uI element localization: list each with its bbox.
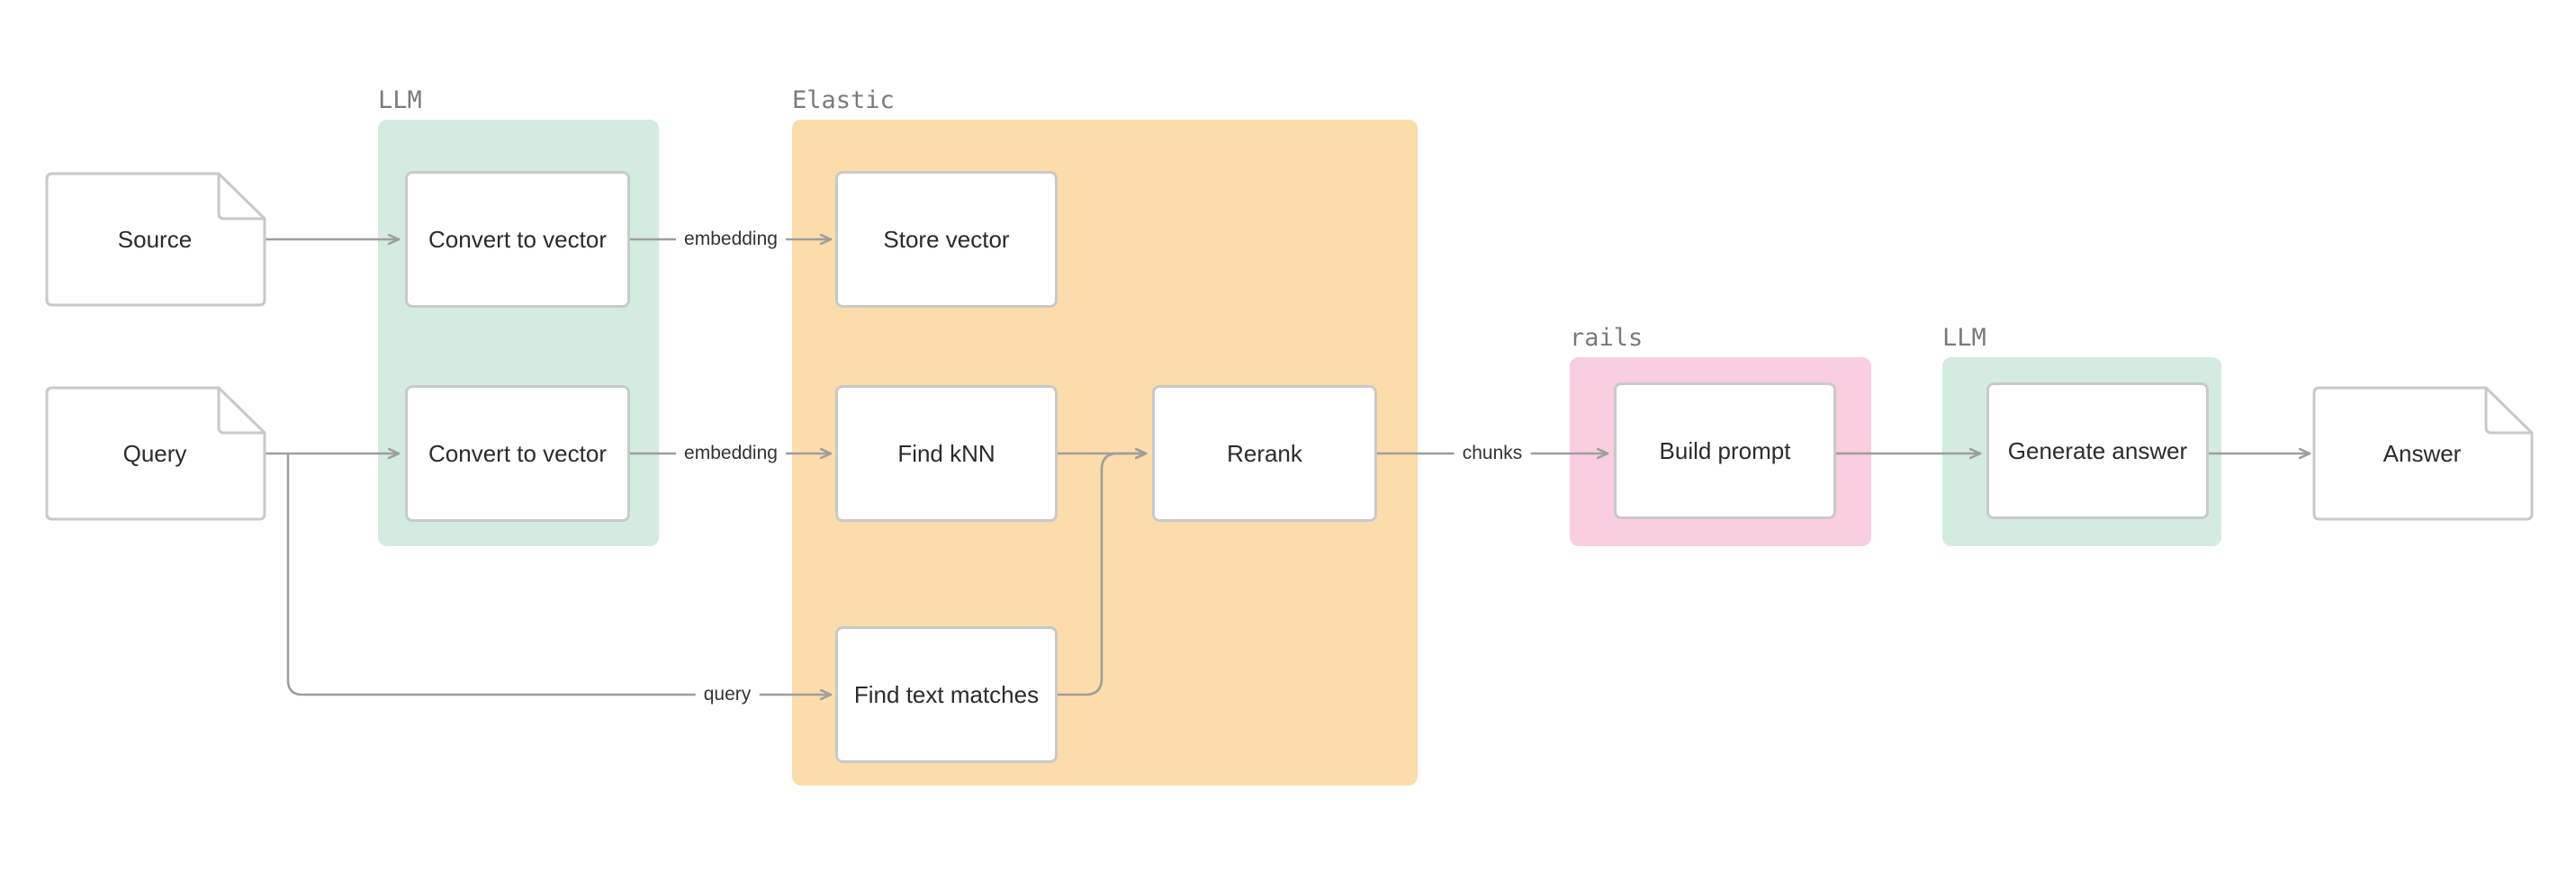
process-store-vector[interactable]: Store vector [835,171,1058,308]
group-label-elastic: Elastic [792,86,895,114]
edge-label-chunks: chunks [1454,443,1531,464]
document-answer-label: Answer [2382,439,2462,467]
process-convert-to-vector-source[interactable]: Convert to vector [405,171,630,308]
document-answer[interactable]: Answer [2310,385,2535,522]
diagram-canvas: LLM Elastic rails LLM Source Query Answe… [0,0,2576,871]
edge-label-embedding-mid: embedding [676,443,786,464]
document-source[interactable]: Source [42,171,267,308]
process-rerank[interactable]: Rerank [1152,385,1377,522]
process-convert-to-vector-query[interactable]: Convert to vector [405,385,630,522]
process-find-knn[interactable]: Find kNN [835,385,1058,522]
group-label-rails: rails [1570,324,1644,352]
document-query-label: Query [122,439,187,467]
group-label-llm-generate: LLM [1942,324,1986,352]
edge-label-query: query [695,684,760,705]
process-find-text-matches[interactable]: Find text matches [835,626,1058,763]
document-source-label: Source [117,225,193,253]
edge-label-embedding-top: embedding [676,229,786,250]
group-label-llm-ingest: LLM [378,86,422,114]
document-query[interactable]: Query [42,385,267,522]
process-build-prompt[interactable]: Build prompt [1614,382,1836,519]
process-generate-answer[interactable]: Generate answer [1986,382,2209,519]
